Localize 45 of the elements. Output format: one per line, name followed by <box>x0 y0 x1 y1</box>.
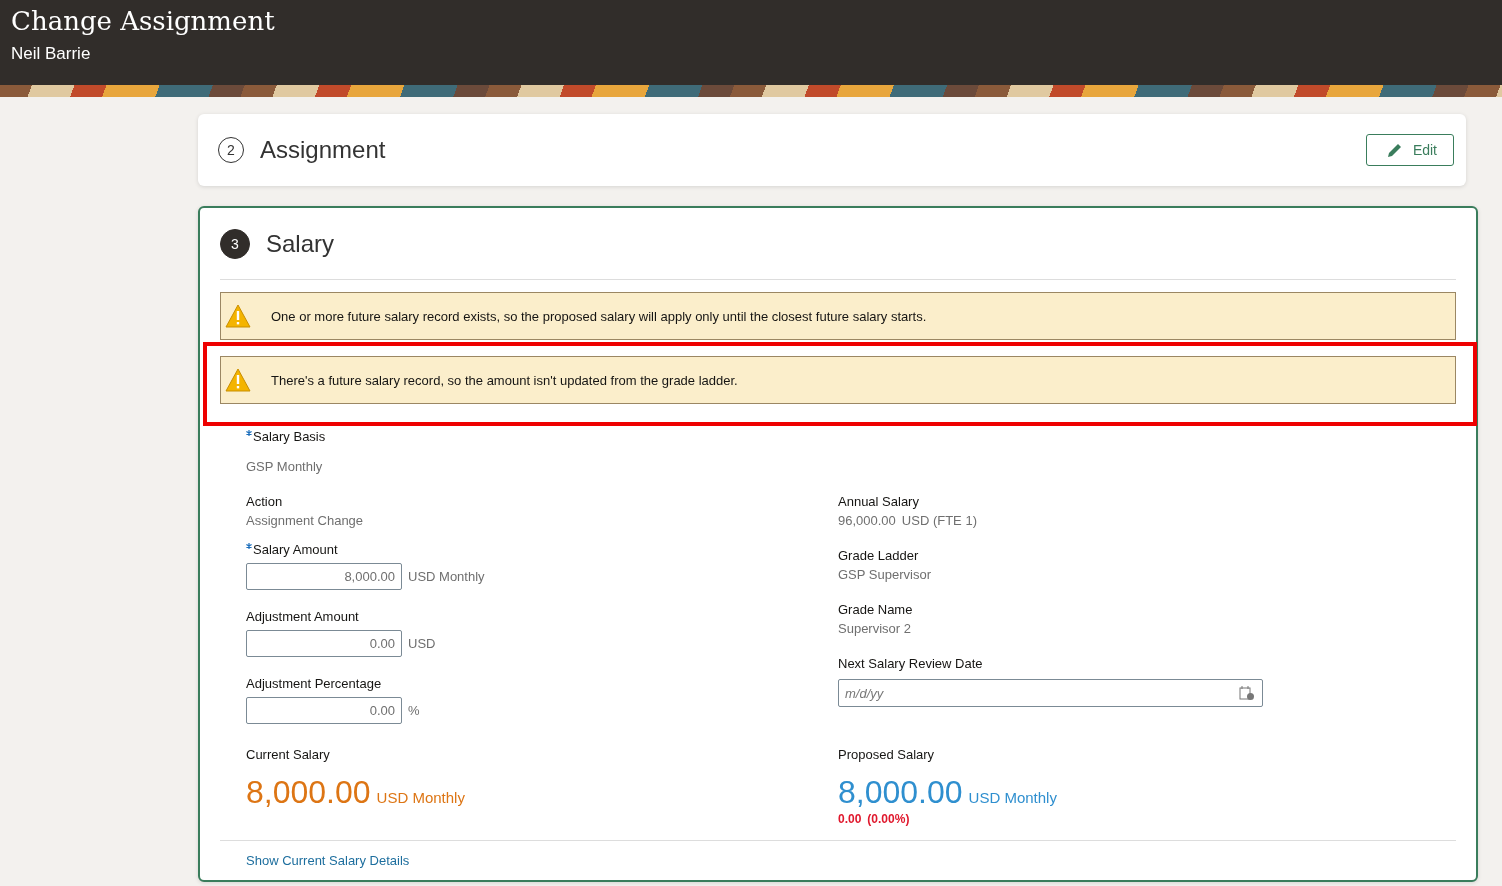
field-label: Grade Ladder <box>838 547 919 565</box>
field-label: Annual Salary <box>838 493 919 511</box>
field-label: Next Salary Review Date <box>838 655 983 673</box>
field-value: Assignment Change <box>246 512 365 530</box>
details-link[interactable]: Show Current Salary Details <box>246 853 410 868</box>
unit-label: USD (FTE 1) <box>901 512 977 530</box>
field-label: Salary Amount <box>253 541 338 559</box>
unit-label: % <box>408 703 420 718</box>
warning-text: There's a future salary record, so the amount isn't updated from the grade ladder. <box>271 372 738 388</box>
field-label: Grade Name <box>838 601 913 619</box>
unit-label: USD Monthly <box>968 789 1057 806</box>
field-value: 96,000.00 <box>838 512 896 530</box>
number-input[interactable]: 0.00 <box>246 630 402 657</box>
field-value: Supervisor 2 <box>838 620 911 638</box>
pencil-icon <box>1386 142 1403 158</box>
person-name: Neil Barrie <box>11 44 92 64</box>
number-input[interactable]: 0.00 <box>246 697 402 724</box>
salary-amount: 8,000.00 <box>246 773 371 812</box>
warning-icon <box>225 304 251 328</box>
section-title: Assignment <box>260 136 387 164</box>
warning-icon <box>225 368 251 392</box>
required-icon <box>246 543 252 549</box>
field-label: Proposed Salary <box>838 746 936 764</box>
field-value: GSP Supervisor <box>838 566 931 584</box>
page-title: Change Assignment <box>11 5 276 38</box>
unit-label: USD <box>408 636 436 651</box>
calendar-icon[interactable] <box>1239 685 1255 701</box>
number-input[interactable]: 8,000.00 <box>246 563 402 590</box>
field-label: Current Salary <box>246 746 331 764</box>
unit-label: USD Monthly <box>376 789 465 806</box>
field-label: Adjustment Percentage <box>246 675 382 693</box>
change-amount: 0.00 <box>838 812 862 826</box>
section-title: Salary <box>266 229 336 258</box>
edit-button[interactable]: Edit <box>1365 134 1454 166</box>
field-label: Adjustment Amount <box>246 608 359 626</box>
field-label: Salary Basis <box>253 428 326 446</box>
date-input[interactable]: m/d/yy <box>838 679 1263 707</box>
required-icon <box>246 430 252 436</box>
warning-text: One or more future salary record exists, so the proposed salary will apply only until the closest future salary starts. <box>271 308 927 324</box>
step-number: 3 <box>220 228 250 259</box>
field-label: Action <box>246 493 283 511</box>
unit-label: USD Monthly <box>408 569 485 584</box>
field-value: GSP Monthly <box>246 458 324 476</box>
salary-amount: 8,000.00 <box>838 773 963 812</box>
change-percent: (0.00%) <box>867 812 910 826</box>
